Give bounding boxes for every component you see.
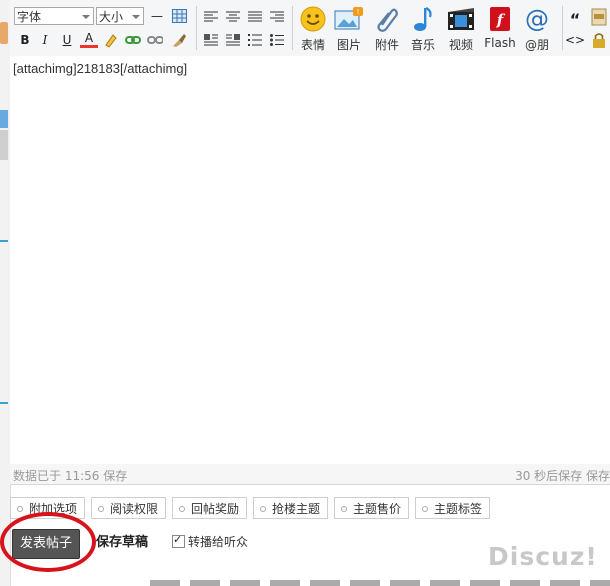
float-right-icon[interactable] (224, 31, 242, 49)
underline-button[interactable]: U (58, 31, 76, 49)
option-read-permission[interactable]: 阅读权限 (91, 497, 167, 519)
bullet-icon (422, 506, 428, 512)
table-icon[interactable] (170, 7, 188, 25)
post-content-editor[interactable]: [attachimg]218183[/attachimg] (10, 56, 610, 465)
insert-video-button[interactable]: 视频 (442, 6, 480, 53)
toolbar-divider (292, 6, 293, 50)
bullet-icon (260, 506, 266, 512)
option-label: 抢楼主题 (272, 502, 321, 516)
highlight-icon[interactable] (102, 31, 120, 49)
chevron-down-icon (82, 15, 90, 19)
editor-status-bar: 数据已于 11:56 保存 30 秒后保存 保存 (10, 464, 610, 485)
unordered-list-icon[interactable] (268, 31, 286, 49)
insert-image-button[interactable]: ! 图片 (332, 6, 366, 53)
code-icon[interactable]: <> (565, 31, 585, 49)
option-label: 主题售价 (353, 502, 402, 516)
save-draft-button[interactable]: 保存草稿 (96, 532, 148, 554)
autosave-countdown: 30 秒后保存 保存 (515, 469, 610, 483)
cropped-icon (0, 110, 8, 128)
option-label: 阅读权限 (110, 502, 159, 516)
insert-label: 图片 (336, 38, 361, 52)
chevron-down-icon (132, 15, 140, 19)
option-thread-tags[interactable]: 主题标签 (415, 497, 491, 519)
insert-music-button[interactable]: 音乐 (406, 6, 440, 53)
italic-button[interactable]: I (36, 31, 54, 49)
horizontal-rule-icon[interactable]: — (148, 7, 166, 25)
insert-label: @朋 (524, 38, 549, 52)
option-label: 附加选项 (29, 502, 78, 516)
font-select[interactable]: 字体 (14, 7, 94, 25)
insert-label: 音乐 (410, 38, 435, 52)
insert-smiley-button[interactable]: 表情 (296, 6, 330, 53)
unlink-icon[interactable] (146, 31, 164, 49)
align-right-icon[interactable] (268, 8, 286, 26)
post-thread-button[interactable]: 发表帖子 (12, 529, 80, 559)
at-icon: @ (525, 5, 549, 33)
option-label: 回帖奖励 (191, 502, 240, 516)
insert-mention-button[interactable]: @ @朋 (520, 5, 554, 53)
size-select-value: 大小 (99, 10, 124, 24)
editor-content: [attachimg]218183[/attachimg] (13, 61, 188, 76)
quote-icon[interactable]: “ (566, 10, 584, 29)
broadcast-label: 转播给听众 (188, 535, 249, 549)
insert-label: Flash (484, 36, 516, 50)
insert-label: 视频 (448, 38, 473, 52)
autosave-status: 数据已于 11:56 保存 (13, 469, 128, 483)
clear-format-icon[interactable] (170, 31, 188, 49)
free-tag-icon[interactable] (590, 8, 608, 26)
music-note-icon (408, 6, 438, 32)
align-justify-icon[interactable] (246, 8, 264, 26)
cropped-icon (0, 130, 8, 160)
font-color-button[interactable]: A (80, 30, 98, 48)
bold-button[interactable]: B (16, 31, 34, 49)
svg-text:!: ! (357, 8, 360, 16)
float-left-icon[interactable] (202, 31, 220, 49)
insert-flash-button[interactable]: f Flash (482, 6, 518, 50)
ordered-list-icon[interactable] (246, 31, 264, 49)
link-icon[interactable] (124, 31, 142, 49)
size-select[interactable]: 大小 (96, 7, 144, 25)
option-label: 主题标签 (434, 502, 483, 516)
cropped-mark (0, 402, 8, 404)
discuz-logo: Discuz! (488, 542, 598, 571)
lock-icon[interactable] (590, 31, 608, 49)
option-extra[interactable]: 附加选项 (10, 497, 86, 519)
insert-label: 表情 (300, 38, 325, 52)
cropped-mark (0, 240, 8, 242)
option-thread-price[interactable]: 主题售价 (334, 497, 410, 519)
align-center-icon[interactable] (224, 8, 242, 26)
font-select-value: 字体 (17, 10, 42, 24)
option-reply-reward[interactable]: 回帖奖励 (172, 497, 248, 519)
insert-attachment-button[interactable]: 附件 (370, 6, 404, 53)
broadcast-checkbox[interactable] (172, 533, 185, 548)
editor-toolbar: 字体 大小 — B I U A 表情 ! 图片 附件 音乐 视频 f Flash… (10, 0, 610, 57)
align-left-icon[interactable] (202, 8, 220, 26)
bullet-icon (179, 506, 185, 512)
bullet-icon (98, 506, 104, 512)
option-floor-grab[interactable]: 抢楼主题 (253, 497, 329, 519)
film-icon (446, 6, 476, 32)
cropped-icon (0, 22, 8, 44)
bullet-icon (17, 506, 23, 512)
paperclip-icon (372, 6, 402, 32)
smiley-icon (298, 6, 328, 32)
bullet-icon (341, 506, 347, 512)
insert-label: 附件 (374, 38, 399, 52)
cropped-footer-text (150, 580, 610, 586)
toolbar-divider (562, 6, 563, 50)
image-icon: ! (334, 6, 364, 32)
toolbar-divider (196, 6, 197, 50)
flash-icon: f (485, 6, 515, 32)
